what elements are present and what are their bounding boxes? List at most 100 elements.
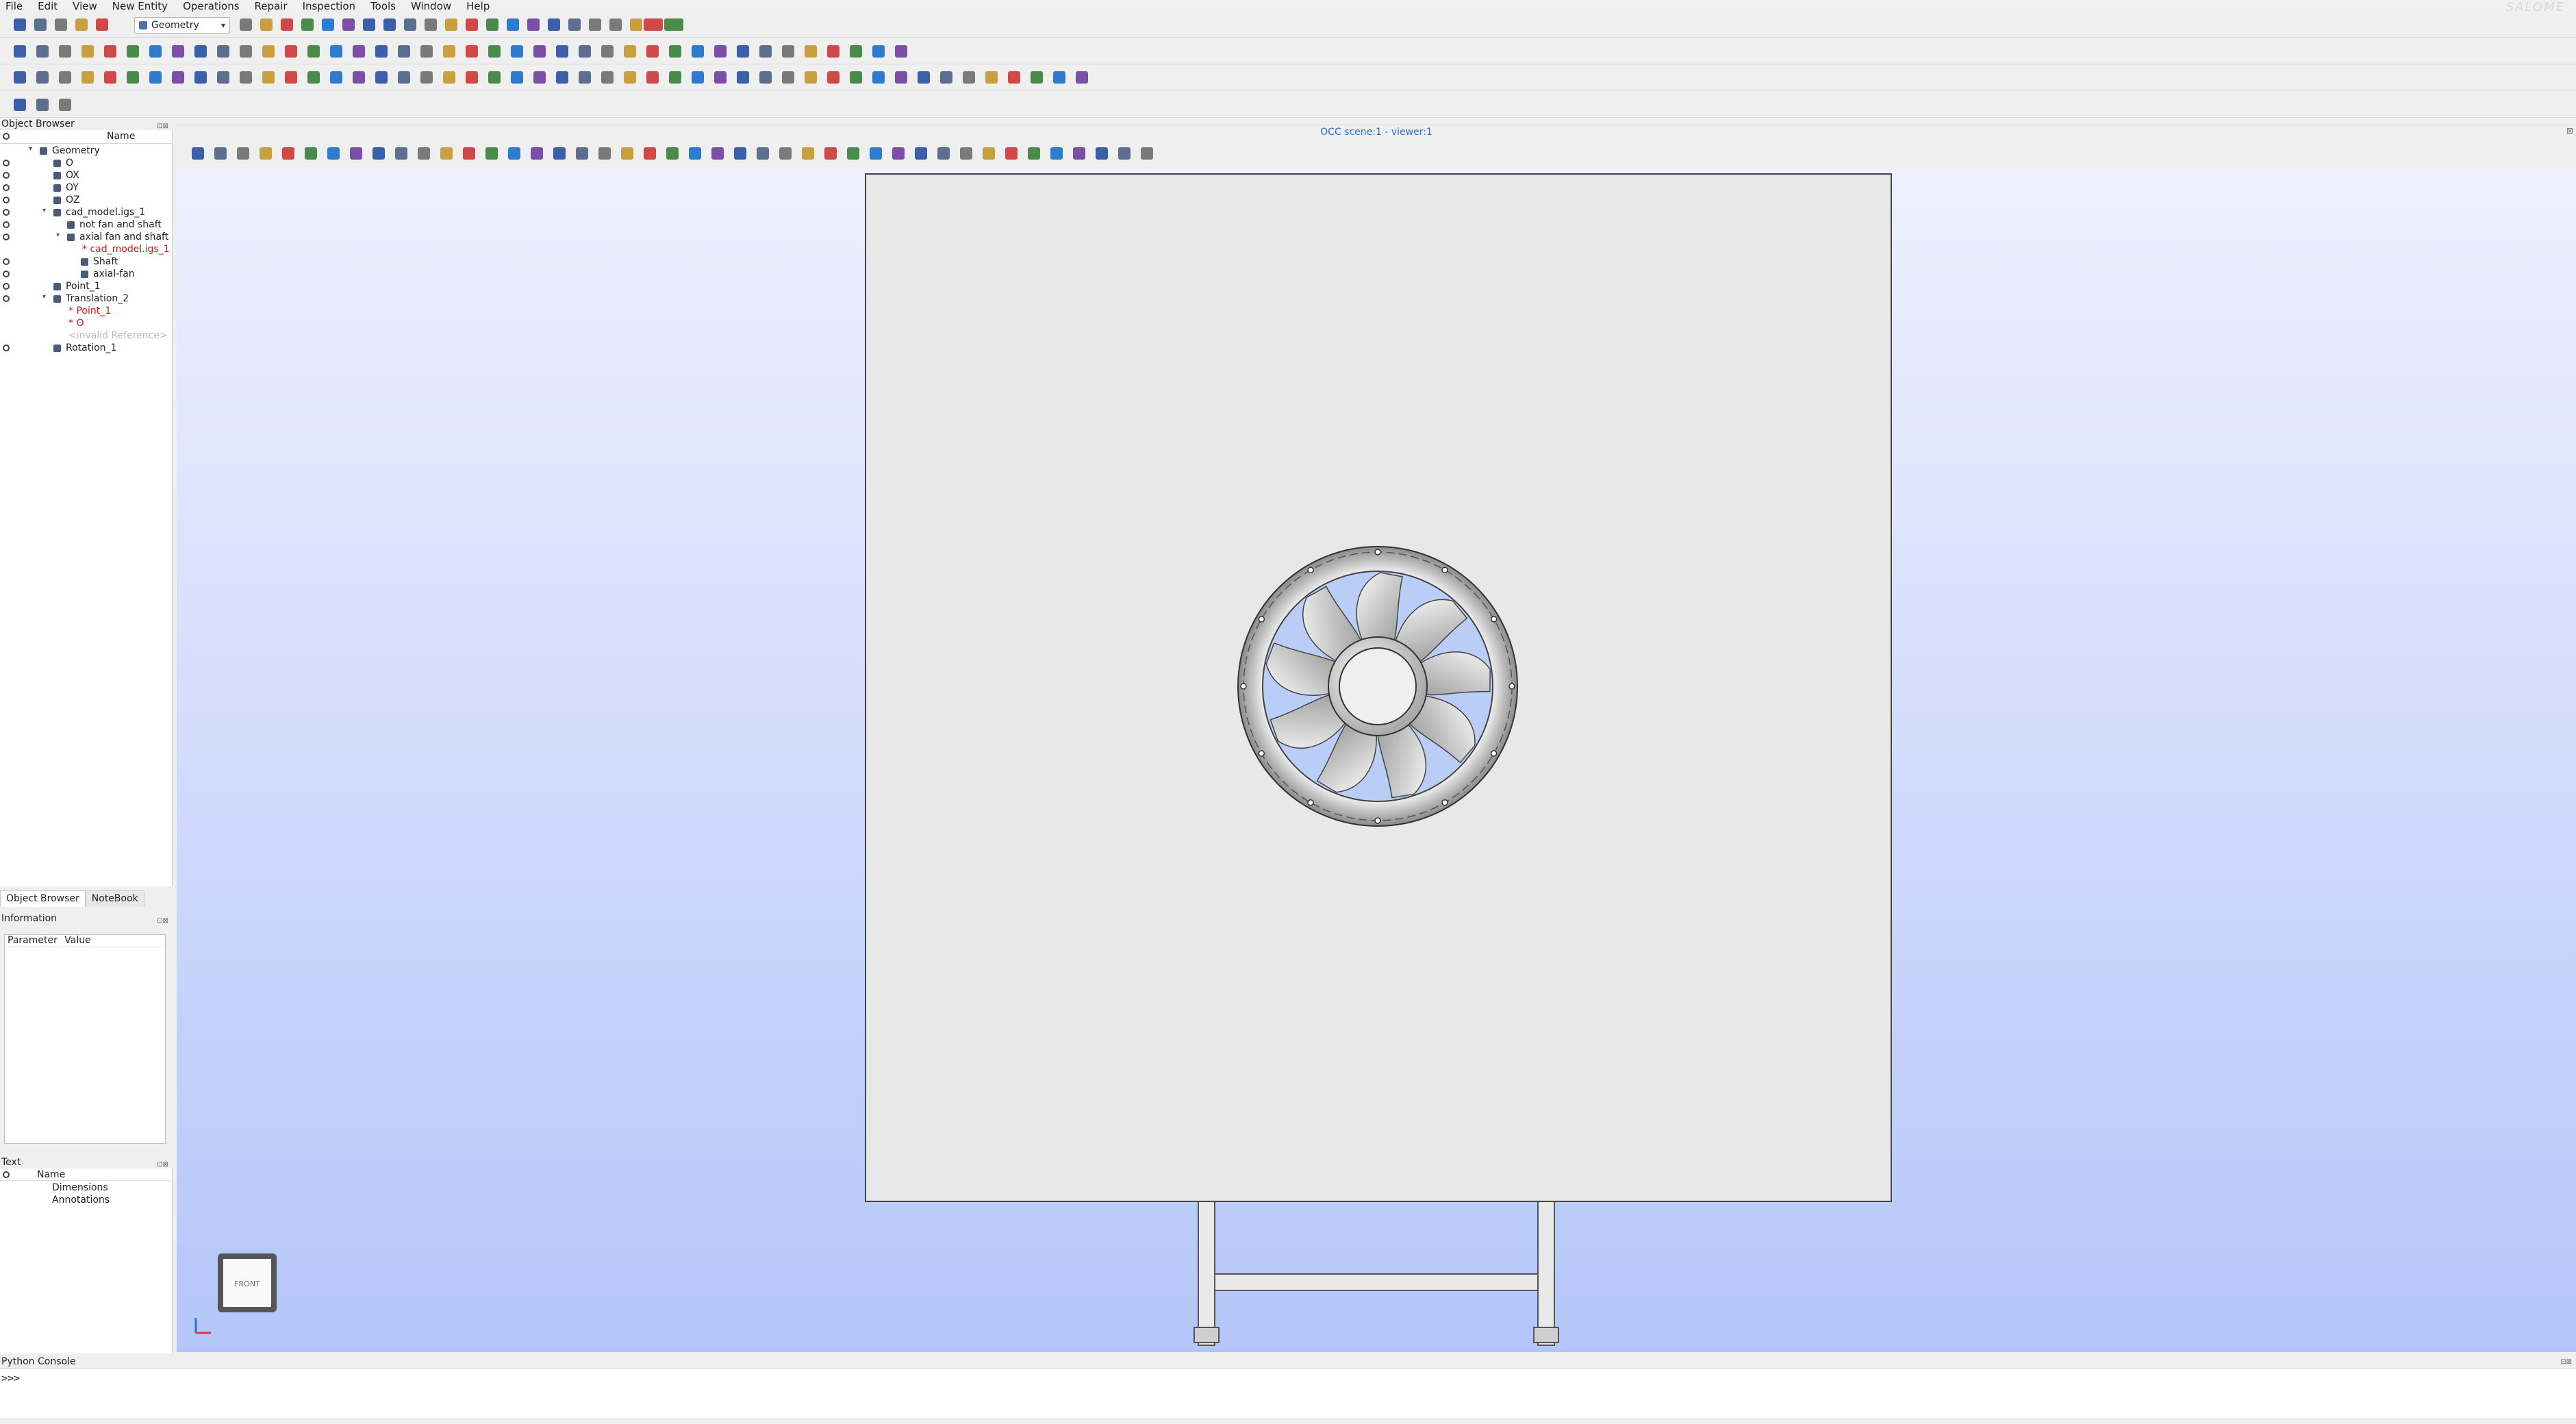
toolbar-button-icon[interactable] xyxy=(1031,71,1043,84)
chevron-down-icon[interactable]: ▾ xyxy=(56,232,60,239)
object-browser-tree[interactable]: Name ▾ Geometry O OX OY OZ ▾ cad_model.igs_1 not… xyxy=(0,130,173,1016)
toolbar-button-icon[interactable] xyxy=(443,71,455,84)
viewer-tool-icon[interactable] xyxy=(689,147,701,160)
tree-item[interactable]: not fan and shaft xyxy=(0,219,173,232)
chevron-down-icon[interactable]: ▾ xyxy=(42,293,46,301)
toolbar-button-icon[interactable] xyxy=(81,45,94,58)
toolbar-button-icon[interactable] xyxy=(104,45,116,58)
module-select[interactable]: Geometry xyxy=(134,17,230,34)
toolbar-button-icon[interactable] xyxy=(782,45,794,58)
toolbar-button-icon[interactable] xyxy=(759,71,772,84)
toolbar-button-icon[interactable] xyxy=(375,71,388,84)
toolbar-button-icon[interactable] xyxy=(850,71,862,84)
menu-tools[interactable]: Tools xyxy=(370,0,396,12)
occ-viewer[interactable]: FRONT xyxy=(177,168,2576,1352)
toolbar-button-icon[interactable] xyxy=(353,45,365,58)
eye-icon[interactable] xyxy=(3,295,10,302)
menu-help[interactable]: Help xyxy=(466,0,490,12)
toolbar-button-icon[interactable] xyxy=(420,71,433,84)
toolbar-button-icon[interactable] xyxy=(466,45,478,58)
toolbar-button-icon[interactable] xyxy=(737,45,749,58)
toolbar-button-icon[interactable] xyxy=(601,45,614,58)
eye-icon[interactable] xyxy=(3,271,10,277)
toolbar-button-icon[interactable] xyxy=(872,71,885,84)
toolbar-button-icon[interactable] xyxy=(568,18,581,31)
toolbar-button-icon[interactable] xyxy=(466,18,478,31)
viewer-close-icon[interactable]: ⊠ xyxy=(2566,126,2573,136)
viewer-tool-icon[interactable] xyxy=(1050,147,1063,160)
toolbar-button-icon[interactable] xyxy=(511,71,523,84)
toolbar-button-icon[interactable] xyxy=(827,71,839,84)
toolbar-button-icon[interactable] xyxy=(624,45,636,58)
toolbar-button-icon[interactable] xyxy=(714,71,727,84)
text-item-annotations[interactable]: Annotations xyxy=(52,1195,110,1206)
toolbar-button-icon[interactable] xyxy=(737,71,749,84)
tree-item[interactable]: ▾ cad_model.igs_1 xyxy=(0,207,173,219)
toolbar-button-icon[interactable] xyxy=(14,45,26,58)
toolbar-button-icon[interactable] xyxy=(630,18,642,31)
toolbar-button-icon[interactable] xyxy=(1076,71,1088,84)
toolbar-button-icon[interactable] xyxy=(918,71,930,84)
viewer-tool-icon[interactable] xyxy=(960,147,972,160)
toolbar-button-icon[interactable] xyxy=(507,18,519,31)
toolbar-button-icon[interactable] xyxy=(488,45,501,58)
toolbar-button-icon[interactable] xyxy=(260,18,273,31)
viewer-tool-icon[interactable] xyxy=(1118,147,1131,160)
toolbar-button-icon[interactable] xyxy=(805,45,817,58)
menu-inspection[interactable]: Inspection xyxy=(303,0,355,12)
toolbar-button-icon[interactable] xyxy=(579,45,591,58)
tab-notebook[interactable]: NoteBook xyxy=(85,890,144,907)
viewer-tool-icon[interactable] xyxy=(282,147,294,160)
viewer-tool-icon[interactable] xyxy=(463,147,475,160)
toolbar-button-icon[interactable] xyxy=(488,71,501,84)
viewer-tool-icon[interactable] xyxy=(598,147,611,160)
eye-icon[interactable] xyxy=(3,234,10,240)
toolbar-button-icon[interactable] xyxy=(342,18,355,31)
toolbar-button-icon[interactable] xyxy=(692,71,704,84)
viewer-tool-icon[interactable] xyxy=(915,147,927,160)
toolbar-button-icon[interactable] xyxy=(353,71,365,84)
toolbar-button-icon[interactable] xyxy=(527,18,540,31)
toolbar-button-icon[interactable] xyxy=(624,71,636,84)
tree-item[interactable]: * O xyxy=(0,318,173,330)
toolbar-button-icon[interactable] xyxy=(55,18,67,31)
menu-repair[interactable]: Repair xyxy=(255,0,288,12)
eye-icon[interactable] xyxy=(3,172,10,179)
toolbar-button-icon[interactable] xyxy=(330,71,342,84)
viewer-tool-icon[interactable] xyxy=(192,147,204,160)
chevron-down-icon[interactable]: ▾ xyxy=(42,207,46,214)
eye-icon[interactable] xyxy=(3,221,10,228)
viewer-tool-icon[interactable] xyxy=(576,147,588,160)
viewer-tool-icon[interactable] xyxy=(892,147,905,160)
dock-close-icon[interactable]: ⊡⊠ xyxy=(2560,1358,2572,1366)
chevron-down-icon[interactable]: ▾ xyxy=(29,145,32,153)
eye-icon[interactable] xyxy=(3,258,10,265)
toolbar-button-icon[interactable] xyxy=(240,45,252,58)
toolbar-button-icon[interactable] xyxy=(59,45,71,58)
toolbar-button-icon[interactable] xyxy=(262,45,275,58)
toolbar-button-icon[interactable] xyxy=(172,71,184,84)
toolbar-button-icon[interactable] xyxy=(127,71,139,84)
toolbar-button-icon[interactable] xyxy=(646,71,659,84)
python-console-input[interactable]: >>> xyxy=(0,1369,2576,1418)
toolbar-button-icon[interactable] xyxy=(1053,71,1065,84)
toolbar-button-icon[interactable] xyxy=(548,18,560,31)
tree-item[interactable]: OX xyxy=(0,170,173,182)
toolbar-button-icon[interactable] xyxy=(404,18,416,31)
toolbar-button-icon[interactable] xyxy=(664,18,677,31)
toolbar-button-icon[interactable] xyxy=(149,71,162,84)
toolbar-button-icon[interactable] xyxy=(533,71,546,84)
menu-window[interactable]: Window xyxy=(411,0,451,12)
toolbar-button-icon[interactable] xyxy=(14,18,26,31)
viewer-tool-icon[interactable] xyxy=(621,147,633,160)
toolbar-button-icon[interactable] xyxy=(556,71,568,84)
toolbar-button-icon[interactable] xyxy=(782,71,794,84)
tree-item[interactable]: * cad_model.igs_1 xyxy=(0,244,173,256)
toolbar-button-icon[interactable] xyxy=(36,99,49,111)
view-cube[interactable]: FRONT xyxy=(218,1253,277,1312)
toolbar-button-icon[interactable] xyxy=(14,71,26,84)
toolbar-button-icon[interactable] xyxy=(127,45,139,58)
toolbar-button-icon[interactable] xyxy=(692,45,704,58)
toolbar-button-icon[interactable] xyxy=(36,45,49,58)
toolbar-button-icon[interactable] xyxy=(963,71,975,84)
